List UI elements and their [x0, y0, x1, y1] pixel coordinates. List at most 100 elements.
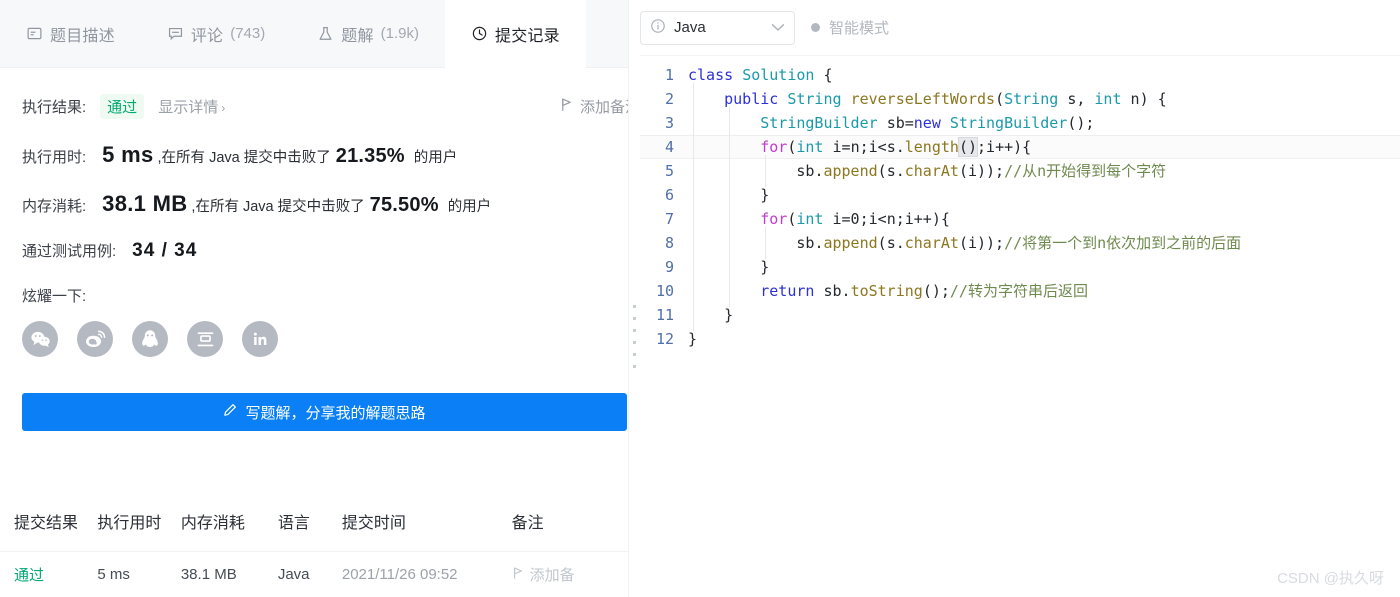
- exec-time-suffix: 的用户: [413, 150, 458, 166]
- watermark: CSDN @执久呀: [1277, 570, 1384, 587]
- description-icon: [26, 25, 43, 42]
- tab-label: 题解: [341, 27, 374, 45]
- douban-icon[interactable]: [187, 321, 223, 357]
- memory-mid: ,在所有 Java 提交中击败了: [191, 199, 365, 215]
- memory-value: 38.1 MB: [102, 191, 188, 216]
- share-label: 炫耀一下:: [22, 288, 87, 305]
- code-line[interactable]: 9 }: [640, 251, 1400, 283]
- col-header-note: 备注: [511, 514, 544, 532]
- exec-time-value: 5 ms: [102, 142, 154, 167]
- smart-mode-label: 智能模式: [829, 20, 890, 37]
- left-panel: 题目描述 评论 (743) 题解 (1.9k) 提交记录 添加备 执行结果: 通…: [0, 0, 628, 597]
- chevron-right-icon: ›: [221, 101, 226, 115]
- chevron-down-icon: [771, 19, 785, 36]
- flag-icon: [560, 97, 573, 116]
- language-select[interactable]: Java: [640, 10, 795, 45]
- line-number: 8: [664, 234, 674, 252]
- code-editor[interactable]: 1 class Solution { 2 public String rever…: [640, 56, 1400, 351]
- write-solution-button[interactable]: 写题解，分享我的解题思路: [22, 393, 627, 431]
- memory-percentile: 75.50%: [369, 194, 439, 216]
- line-number: 10: [655, 282, 674, 300]
- result-status-row: 执行结果: 通过 显示详情 ›: [22, 94, 604, 119]
- code-text: return sb.toString();//转为字符串后返回: [688, 275, 1088, 307]
- flag-icon: [512, 566, 524, 584]
- exec-time-mid: ,在所有 Java 提交中击败了: [157, 150, 331, 166]
- col-header-language: 语言: [277, 514, 310, 532]
- code-line[interactable]: 2 public String reverseLeftWords(String …: [640, 83, 1400, 115]
- code-line[interactable]: 6 }: [640, 179, 1400, 211]
- pencil-icon: [223, 403, 237, 421]
- col-header-time: 执行用时: [97, 514, 162, 532]
- line-number: 1: [664, 66, 674, 84]
- tab-bar: 题目描述 评论 (743) 题解 (1.9k) 提交记录: [0, 0, 628, 68]
- code-line[interactable]: 10 return sb.toString();//转为字符串后返回: [640, 275, 1400, 307]
- code-line[interactable]: 11 }: [640, 299, 1400, 331]
- line-number: 9: [664, 258, 674, 276]
- linkedin-icon[interactable]: [242, 321, 278, 357]
- tab-count: (743): [230, 25, 266, 42]
- execution-result-panel: 添加备注 执行结果: 通过 显示详情› 执行用时: 5 ms ,在所有 Java…: [0, 68, 628, 431]
- add-note-button[interactable]: 添加备注: [560, 96, 628, 117]
- cell-result: 通过: [14, 567, 45, 584]
- show-detail-link[interactable]: 显示详情 ›: [158, 96, 225, 117]
- cell-time: 5 ms: [97, 566, 130, 583]
- status-dot-icon: [811, 23, 820, 32]
- exec-time-percentile: 21.35%: [335, 145, 405, 167]
- code-line[interactable]: 5 sb.append(s.charAt(i));//从n开始得到每个字符: [640, 155, 1400, 187]
- line-number: 11: [655, 306, 674, 324]
- code-text: for(int i=0;i<n;i++){: [688, 203, 950, 235]
- table-header-row: 提交结果 执行用时 内存消耗 语言 提交时间 备注: [0, 490, 628, 552]
- code-line[interactable]: 12 }: [640, 327, 1400, 351]
- line-number: 12: [655, 330, 674, 348]
- cell-note[interactable]: 添加备: [512, 564, 628, 585]
- flask-icon: [317, 25, 334, 43]
- write-solution-label: 写题解，分享我的解题思路: [245, 404, 426, 422]
- line-number: 2: [664, 90, 674, 108]
- splitter-handle[interactable]: [633, 305, 636, 368]
- tab-label: 评论: [190, 27, 224, 45]
- table-row[interactable]: 通过 5 ms 38.1 MB Java 2021/11/26 09:52 添加…: [0, 552, 628, 597]
- line-number: 6: [664, 186, 674, 204]
- code-text: for(int i=n;i<s.length();i++){: [688, 131, 1031, 163]
- submissions-table: 提交结果 执行用时 内存消耗 语言 提交时间 备注 通过 5 ms 38.1 M…: [0, 490, 628, 597]
- weibo-icon[interactable]: [77, 321, 113, 357]
- leetcode-submission-page: 题目描述 评论 (743) 题解 (1.9k) 提交记录 添加备 执行结果: 通…: [0, 0, 1400, 597]
- memory-label: 内存消耗:: [22, 198, 87, 215]
- info-icon: [650, 18, 666, 38]
- code-line[interactable]: 3 StringBuilder sb=new StringBuilder();: [640, 107, 1400, 139]
- tab-label: 提交记录: [495, 27, 560, 45]
- tab-description[interactable]: 题目描述: [0, 0, 141, 68]
- code-text: sb.append(s.charAt(i));//从n开始得到每个字符: [688, 155, 1166, 187]
- testcases-label: 通过测试用例:: [22, 243, 117, 260]
- wechat-icon[interactable]: [22, 321, 58, 357]
- panel-splitter[interactable]: [628, 0, 640, 597]
- code-line[interactable]: 1 class Solution {: [640, 63, 1400, 87]
- memory-row: 内存消耗: 38.1 MB ,在所有 Java 提交中击败了 75.50% 的用…: [22, 191, 604, 217]
- code-line[interactable]: 7 for(int i=0;i<n;i++){: [640, 203, 1400, 235]
- code-panel: Java 智能模式 1 class Solution { 2 public St…: [640, 0, 1400, 597]
- testcases-row: 通过测试用例: 34 / 34: [22, 240, 604, 262]
- code-line[interactable]: 4 for(int i=n;i<s.length();i++){: [640, 131, 1400, 163]
- share-section: 炫耀一下:: [22, 285, 604, 357]
- col-header-memory: 内存消耗: [180, 514, 245, 532]
- smart-mode-toggle[interactable]: 智能模式: [811, 17, 889, 38]
- testcases-value: 34 / 34: [132, 240, 198, 261]
- code-text: class Solution {: [688, 66, 833, 84]
- qq-icon[interactable]: [132, 321, 168, 357]
- add-note-label: 添加备注: [579, 99, 628, 116]
- cell-note-label: 添加备: [529, 567, 575, 584]
- comment-icon: [167, 25, 184, 42]
- code-text: }: [688, 299, 733, 331]
- tab-comments[interactable]: 评论 (743): [141, 0, 291, 68]
- code-text: }: [688, 330, 698, 348]
- code-toolbar: Java 智能模式: [640, 0, 1400, 56]
- exec-time-label: 执行用时:: [22, 149, 87, 166]
- memory-suffix: 的用户: [447, 199, 492, 215]
- tab-solutions[interactable]: 题解 (1.9k): [291, 0, 445, 68]
- cell-submitted: 2021/11/26 09:52: [341, 566, 458, 583]
- code-text: StringBuilder sb=new StringBuilder();: [688, 107, 1094, 139]
- code-line[interactable]: 8 sb.append(s.charAt(i));//将第一个到n依次加到之前的…: [640, 227, 1400, 259]
- tab-submissions[interactable]: 提交记录: [445, 0, 586, 68]
- tab-label: 题目描述: [50, 27, 115, 45]
- cell-memory: 38.1 MB: [180, 566, 237, 583]
